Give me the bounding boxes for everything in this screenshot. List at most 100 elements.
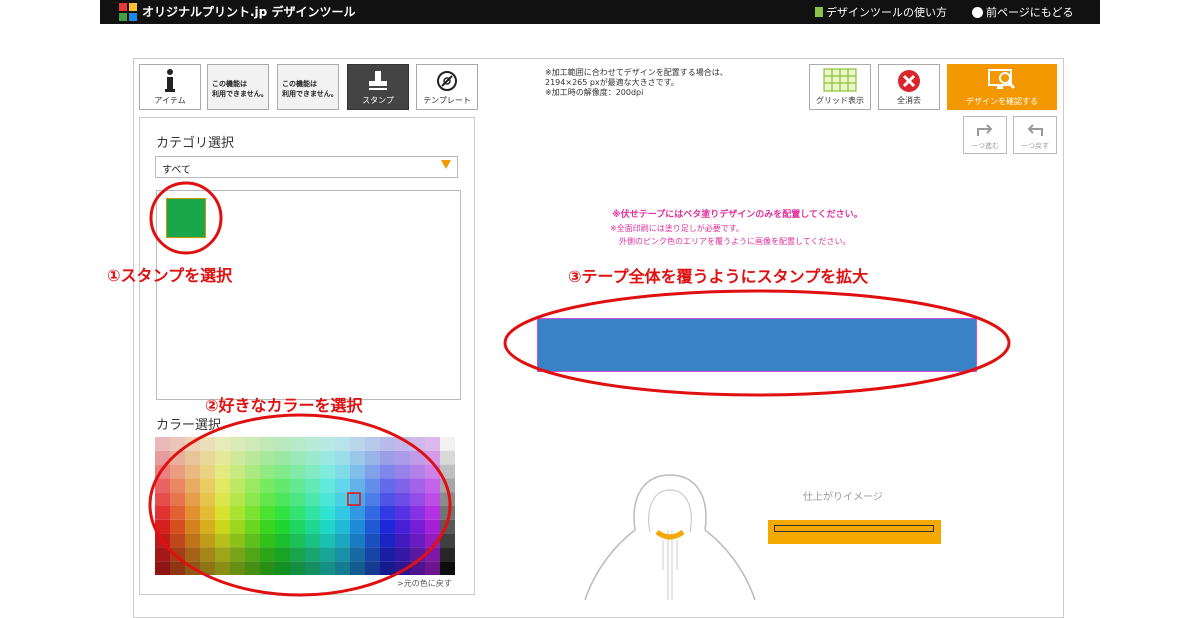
color-swatch[interactable] — [185, 519, 200, 534]
color-swatch[interactable] — [290, 561, 305, 575]
color-swatch[interactable] — [245, 492, 260, 506]
color-swatch[interactable] — [410, 561, 425, 575]
color-swatch[interactable] — [245, 519, 260, 534]
color-swatch[interactable] — [440, 450, 455, 465]
color-swatch[interactable] — [410, 450, 425, 465]
color-swatch[interactable] — [200, 478, 215, 493]
category-select[interactable] — [155, 156, 458, 178]
color-swatch[interactable] — [170, 561, 185, 575]
color-swatch[interactable] — [425, 533, 440, 548]
color-swatch[interactable] — [230, 437, 245, 451]
color-swatch[interactable] — [155, 464, 170, 479]
color-swatch[interactable] — [380, 492, 395, 506]
color-swatch[interactable] — [170, 464, 185, 479]
color-swatch[interactable] — [170, 492, 185, 506]
color-swatch[interactable] — [320, 464, 335, 479]
color-swatch[interactable] — [350, 464, 365, 479]
color-swatch[interactable] — [200, 506, 215, 520]
color-swatch[interactable] — [185, 561, 200, 575]
color-swatch[interactable] — [245, 506, 260, 520]
color-swatch[interactable] — [290, 533, 305, 548]
color-swatch[interactable] — [425, 437, 440, 451]
color-swatch[interactable] — [215, 561, 230, 575]
color-swatch[interactable] — [410, 506, 425, 520]
color-swatch[interactable] — [335, 547, 350, 562]
color-swatch[interactable] — [185, 450, 200, 465]
color-swatch[interactable] — [335, 450, 350, 465]
grid-button[interactable]: グリッド表示 — [809, 64, 871, 110]
back-link[interactable]: 前ページにもどる — [972, 4, 1074, 20]
color-swatch[interactable] — [260, 437, 275, 451]
color-swatch[interactable] — [440, 561, 455, 575]
color-swatch[interactable] — [245, 478, 260, 493]
color-swatch[interactable] — [290, 547, 305, 562]
color-swatch[interactable] — [215, 533, 230, 548]
color-swatch[interactable] — [350, 478, 365, 493]
color-swatch[interactable] — [275, 492, 290, 506]
color-swatch[interactable] — [170, 437, 185, 451]
color-swatch[interactable] — [155, 533, 170, 548]
color-swatch[interactable] — [350, 492, 365, 506]
color-swatch[interactable] — [320, 450, 335, 465]
color-swatch[interactable] — [290, 492, 305, 506]
color-swatch[interactable] — [410, 464, 425, 479]
color-swatch[interactable] — [395, 519, 410, 534]
color-swatch[interactable] — [395, 547, 410, 562]
color-swatch[interactable] — [410, 533, 425, 548]
color-swatch[interactable] — [275, 547, 290, 562]
color-swatch[interactable] — [215, 492, 230, 506]
color-swatch[interactable] — [305, 561, 320, 575]
color-swatch[interactable] — [260, 519, 275, 534]
color-swatch[interactable] — [215, 547, 230, 562]
color-swatch[interactable] — [335, 506, 350, 520]
color-swatch[interactable] — [440, 506, 455, 520]
tape-design-area[interactable] — [537, 318, 977, 372]
color-swatch[interactable] — [380, 464, 395, 479]
color-swatch[interactable] — [410, 492, 425, 506]
color-swatch[interactable] — [185, 547, 200, 562]
color-swatch[interactable] — [200, 437, 215, 451]
color-swatch[interactable] — [425, 506, 440, 520]
color-swatch[interactable] — [260, 547, 275, 562]
color-swatch[interactable] — [170, 533, 185, 548]
color-swatch[interactable] — [305, 450, 320, 465]
color-swatch[interactable] — [200, 519, 215, 534]
color-swatch[interactable] — [245, 533, 260, 548]
color-swatch[interactable] — [425, 492, 440, 506]
color-swatch[interactable] — [350, 437, 365, 451]
color-swatch[interactable] — [155, 519, 170, 534]
color-swatch[interactable] — [185, 464, 200, 479]
color-swatch[interactable] — [275, 519, 290, 534]
color-swatch[interactable] — [320, 561, 335, 575]
color-swatch[interactable] — [365, 547, 380, 562]
color-swatch[interactable] — [230, 561, 245, 575]
redo-button[interactable]: 一つ進む — [963, 116, 1007, 154]
color-swatch[interactable] — [335, 519, 350, 534]
color-swatch[interactable] — [200, 561, 215, 575]
color-swatch[interactable] — [365, 506, 380, 520]
color-swatch[interactable] — [425, 561, 440, 575]
color-swatch[interactable] — [350, 506, 365, 520]
template-button[interactable]: テンプレート — [416, 64, 478, 110]
color-swatch[interactable] — [215, 519, 230, 534]
color-swatch[interactable] — [200, 492, 215, 506]
color-swatch[interactable] — [260, 492, 275, 506]
color-swatch[interactable] — [380, 561, 395, 575]
color-swatch[interactable] — [230, 519, 245, 534]
color-swatch[interactable] — [230, 533, 245, 548]
color-swatch[interactable] — [200, 450, 215, 465]
color-swatch[interactable] — [245, 547, 260, 562]
color-swatch[interactable] — [275, 437, 290, 451]
color-swatch[interactable] — [440, 547, 455, 562]
color-swatch[interactable] — [305, 547, 320, 562]
color-swatch[interactable] — [410, 478, 425, 493]
color-swatch[interactable] — [275, 506, 290, 520]
reset-color-link[interactable]: >元の色に戻す — [397, 578, 452, 589]
help-link[interactable]: デザインツールの使い方 — [815, 4, 947, 20]
color-swatch[interactable] — [290, 519, 305, 534]
color-swatch[interactable] — [275, 478, 290, 493]
color-swatch[interactable] — [215, 450, 230, 465]
color-swatch[interactable] — [155, 506, 170, 520]
color-swatch[interactable] — [320, 506, 335, 520]
color-swatch[interactable] — [290, 506, 305, 520]
